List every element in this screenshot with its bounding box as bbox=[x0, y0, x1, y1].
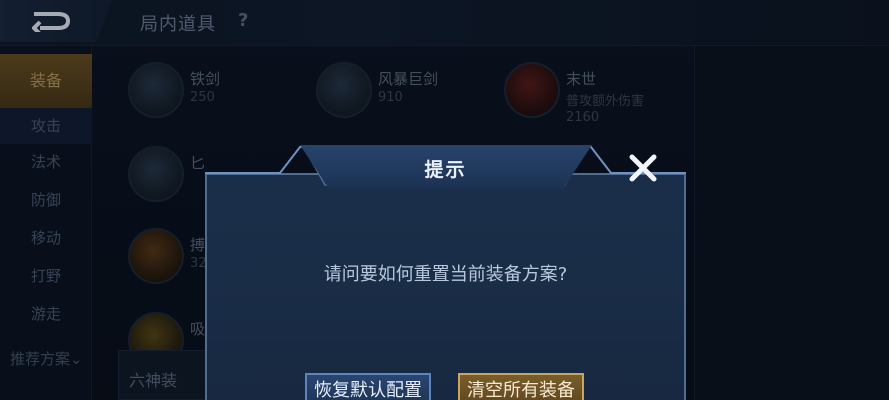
restore-default-button[interactable]: 恢复默认配置 bbox=[305, 373, 431, 400]
dialog-body bbox=[205, 173, 686, 400]
reset-dialog: 提示 请问要如何重置当前装备方案? 恢复默认配置 清空所有装备 bbox=[205, 145, 686, 400]
close-button[interactable] bbox=[625, 150, 661, 186]
clear-all-button[interactable]: 清空所有装备 bbox=[458, 373, 584, 400]
close-icon bbox=[629, 154, 657, 182]
dialog-message: 请问要如何重置当前装备方案? bbox=[323, 264, 568, 285]
dialog-title: 提示 bbox=[424, 159, 467, 181]
